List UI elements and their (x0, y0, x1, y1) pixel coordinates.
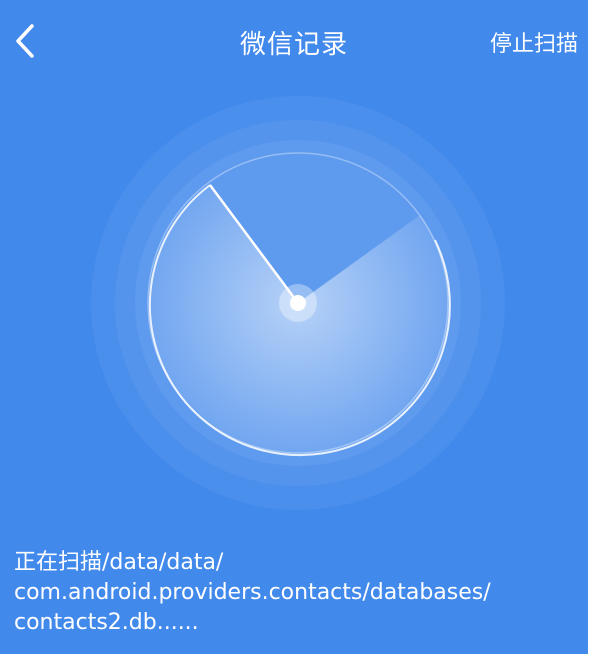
radar-scan-icon (91, 96, 505, 510)
scan-status-line-3: contacts2.db...... (14, 610, 199, 635)
radar-animation (90, 95, 506, 511)
radar-center-dot (290, 295, 306, 311)
scan-status-line-2: com.android.providers.contacts/databases… (14, 580, 491, 605)
scan-screen: 微信记录 停止扫描 正在扫描/data/data/ com.android.pr… (0, 0, 588, 654)
scan-status-text: 正在扫描/data/data/ com.android.providers.co… (14, 548, 580, 638)
stop-scan-button[interactable]: 停止扫描 (490, 26, 578, 58)
top-bar: 微信记录 停止扫描 (0, 0, 588, 84)
scan-status-line-1: 正在扫描/data/data/ (14, 550, 224, 575)
